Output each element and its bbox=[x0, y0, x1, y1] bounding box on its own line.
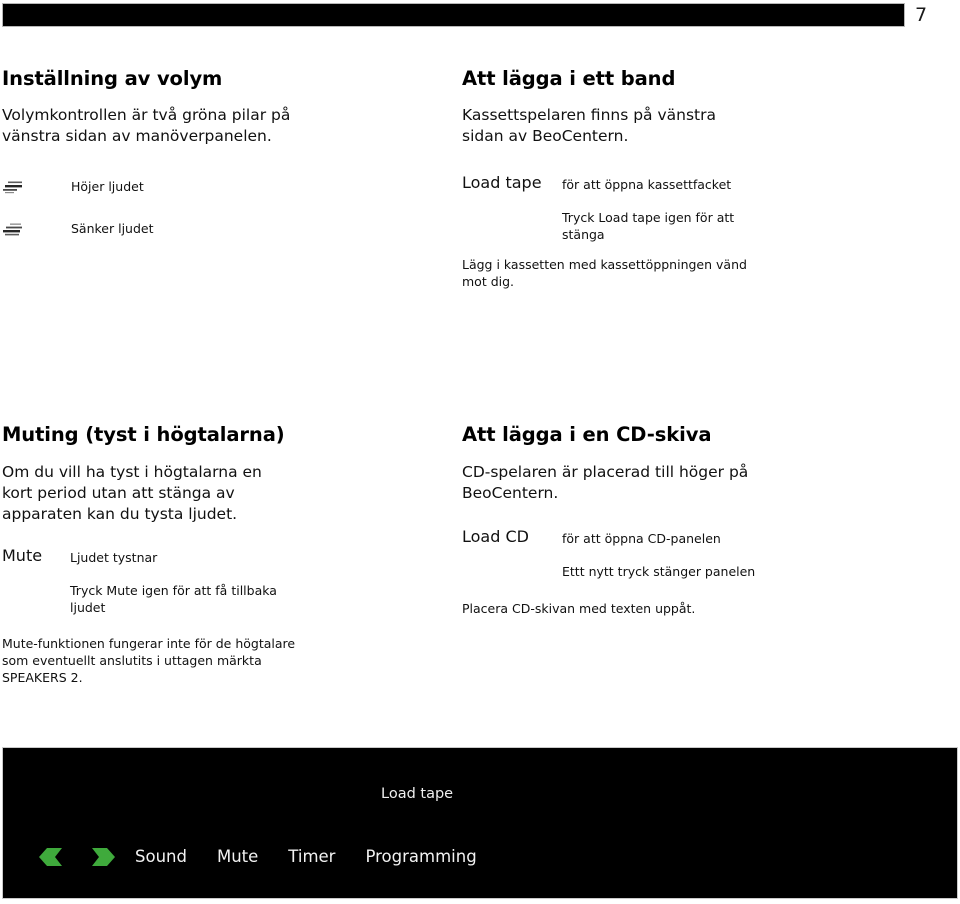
tape-note-text: Lägg i kassetten med kassettöppningen vä… bbox=[462, 257, 747, 289]
tape-section-title: Att lägga i ett band bbox=[462, 67, 676, 90]
volume-down-arrow-icon[interactable] bbox=[39, 847, 67, 867]
volume-up-icon bbox=[3, 179, 25, 194]
load-tape-command-description-secondary: Tryck Load tape igen för att stänga bbox=[562, 210, 735, 242]
volume-section-title: Inställning av volym bbox=[2, 67, 223, 90]
panel-control-row: Sound Mute Timer Programming bbox=[39, 844, 477, 870]
volume-up-arrow-icon[interactable] bbox=[87, 847, 115, 867]
muting-intro-text: Om du vill ha tyst i högtalarna en kort … bbox=[2, 463, 262, 523]
panel-button-timer[interactable]: Timer bbox=[288, 846, 335, 868]
section-cd: Att lägga i en CD-skiva CD-spelaren är p… bbox=[462, 423, 772, 504]
load-cd-command-label[interactable]: Load CD bbox=[462, 527, 529, 547]
top-black-bar bbox=[2, 3, 905, 27]
load-cd-command-description: för att öppna CD-panelen bbox=[562, 531, 721, 546]
tape-intro-text: Kassettspelaren finns på vänstra sidan a… bbox=[462, 106, 717, 145]
panel-button-sound[interactable]: Sound bbox=[135, 846, 187, 868]
load-cd-command-description-secondary: Ettt nytt tryck stänger panelen bbox=[562, 564, 756, 579]
cd-section-title: Att lägga i en CD-skiva bbox=[462, 423, 712, 446]
section-tape: Att lägga i ett band Kassettspelaren fin… bbox=[462, 67, 772, 147]
load-tape-command-description: för att öppna kassettfacket bbox=[562, 177, 732, 192]
volume-down-icon bbox=[3, 221, 25, 236]
muting-section-title: Muting (tyst i högtalarna) bbox=[2, 423, 285, 446]
mute-command-label[interactable]: Mute bbox=[2, 546, 42, 566]
section-muting: Muting (tyst i högtalarna) Om du vill ha… bbox=[2, 423, 312, 525]
volume-intro-text: Volymkontrollen är två gröna pilar på vä… bbox=[2, 106, 291, 145]
mute-command-description-secondary: Tryck Mute igen för att få tillbaka ljud… bbox=[70, 583, 277, 615]
page-content: Inställning av volym Volymkontrollen är … bbox=[0, 27, 960, 740]
cd-intro-text: CD-spelaren är placerad till höger på Be… bbox=[462, 463, 749, 502]
panel-button-programming[interactable]: Programming bbox=[365, 846, 476, 868]
section-volume: Inställning av volym Volymkontrollen är … bbox=[2, 67, 302, 147]
panel-load-tape-caption: Load tape bbox=[381, 786, 454, 802]
load-tape-command-label[interactable]: Load tape bbox=[462, 173, 542, 193]
volume-down-label: Sänker ljudet bbox=[71, 221, 154, 236]
page-number: 7 bbox=[915, 4, 928, 26]
mute-note-text: Mute-funktionen fungerar inte för de hög… bbox=[2, 636, 296, 685]
panel-button-mute[interactable]: Mute bbox=[217, 846, 258, 868]
device-panel-illustration: Load tape Sound Mute Timer Programming bbox=[2, 747, 958, 899]
volume-up-label: Höjer ljudet bbox=[71, 179, 144, 194]
mute-command-description: Ljudet tystnar bbox=[70, 550, 158, 565]
cd-note-text: Placera CD-skivan med texten uppåt. bbox=[462, 601, 696, 616]
